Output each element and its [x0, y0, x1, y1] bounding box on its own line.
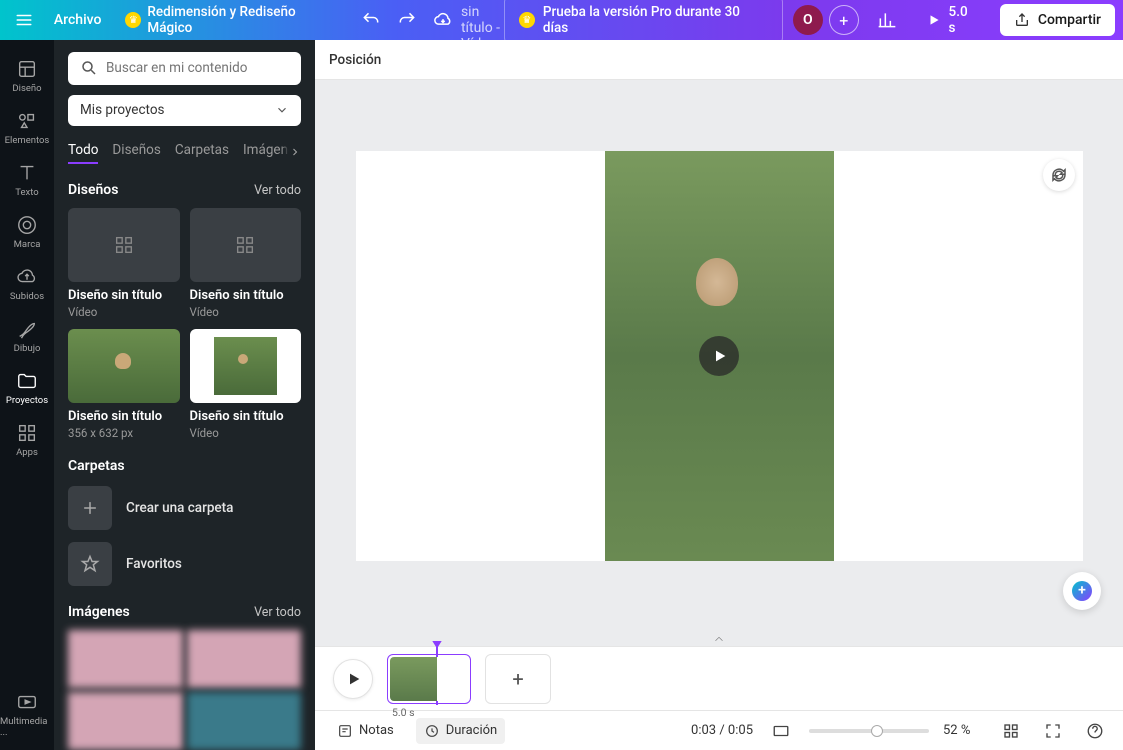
cloud-sync-icon[interactable] — [425, 2, 461, 38]
help-button[interactable] — [1081, 717, 1109, 745]
design-thumbnail — [190, 208, 302, 282]
panel-tabs: Todo Diseños Carpetas Imágenes V — [68, 142, 301, 164]
clip-duration-label: 5.0 s — [392, 706, 415, 719]
add-page-button[interactable]: + — [485, 654, 551, 704]
rail-design[interactable]: Diseño — [0, 50, 54, 102]
video-element[interactable] — [605, 151, 834, 561]
image-item[interactable] — [68, 692, 183, 750]
project-select[interactable]: Mis proyectos — [68, 95, 301, 126]
add-member-button[interactable]: + — [829, 5, 859, 35]
crown-icon: ♛ — [519, 12, 535, 28]
canvas-stage[interactable] — [315, 80, 1123, 632]
design-item[interactable]: Diseño sin títuloVídeo — [190, 329, 302, 440]
favorites-folder[interactable]: Favoritos — [68, 542, 301, 586]
side-rail: Diseño Elementos Texto Marca Subidos Dib… — [0, 40, 54, 750]
context-toolbar: Posición — [315, 40, 1123, 80]
images-see-all[interactable]: Ver todo — [254, 605, 301, 620]
duration-label: 5.0 s — [949, 4, 978, 36]
magic-fab-button[interactable] — [1063, 572, 1101, 610]
play-overlay-button[interactable] — [699, 336, 739, 376]
search-icon — [80, 59, 98, 77]
slider-thumb[interactable] — [871, 725, 883, 737]
rail-uploads[interactable]: Subidos — [0, 258, 54, 310]
side-panel: Mis proyectos Todo Diseños Carpetas Imág… — [54, 40, 315, 750]
section-folders-title: Carpetas — [68, 458, 125, 474]
image-item[interactable] — [187, 630, 302, 688]
undo-button[interactable] — [353, 2, 389, 38]
timeline: 5.0 s + — [315, 646, 1123, 710]
redo-button[interactable] — [389, 2, 425, 38]
designs-see-all[interactable]: Ver todo — [254, 183, 301, 198]
tab-folders[interactable]: Carpetas — [175, 142, 229, 164]
zoom-slider[interactable] — [809, 729, 929, 733]
resize-button[interactable]: ♛ Redimensión y Rediseño Mágico — [115, 4, 353, 36]
design-item[interactable]: Diseño sin títuloVídeo — [190, 208, 302, 319]
plus-icon — [68, 486, 112, 530]
design-thumbnail — [68, 208, 180, 282]
images-grid — [68, 630, 301, 750]
menu-button[interactable] — [8, 4, 40, 36]
view-mode-button[interactable] — [767, 717, 795, 745]
position-button[interactable]: Posición — [329, 52, 381, 68]
search-input[interactable] — [106, 60, 289, 76]
share-button[interactable]: Compartir — [1000, 4, 1115, 36]
notes-button[interactable]: Notas — [329, 718, 402, 744]
duration-button[interactable]: Duración — [416, 718, 505, 744]
zoom-percentage[interactable]: 52 % — [943, 723, 983, 738]
fullscreen-button[interactable] — [1039, 717, 1067, 745]
avatar[interactable]: O — [793, 5, 823, 35]
resize-label: Redimensión y Rediseño Mágico — [147, 4, 343, 36]
grid-view-button[interactable] — [997, 717, 1025, 745]
section-images-title: Imágenes — [68, 604, 130, 620]
rail-media[interactable]: Multimedia ... — [0, 688, 54, 740]
chevron-down-icon — [275, 103, 289, 117]
rail-apps[interactable]: Apps — [0, 414, 54, 466]
canvas-page[interactable] — [356, 151, 1083, 561]
timeline-play-button[interactable] — [333, 659, 373, 699]
share-label: Compartir — [1038, 12, 1101, 28]
image-item[interactable] — [68, 630, 183, 688]
design-item[interactable]: Diseño sin títuloVídeo — [68, 208, 180, 319]
rail-projects[interactable]: Proyectos — [0, 362, 54, 414]
regenerate-button[interactable] — [1043, 159, 1075, 191]
crown-icon: ♛ — [125, 12, 141, 28]
search-input-wrap — [68, 52, 301, 85]
timeline-clip[interactable]: 5.0 s — [387, 654, 471, 704]
design-thumbnail — [190, 329, 302, 403]
sparkle-icon — [1072, 581, 1092, 601]
rail-elements[interactable]: Elementos — [0, 102, 54, 154]
image-item[interactable] — [187, 692, 302, 750]
trial-button[interactable]: ♛ Prueba la versión Pro durante 30 días — [504, 0, 783, 44]
tab-scroll-right[interactable] — [281, 142, 301, 162]
rail-text[interactable]: Texto — [0, 154, 54, 206]
bottom-toolbar: Notas Duración 0:03 / 0:05 52 % — [315, 710, 1123, 750]
rail-draw[interactable]: Dibujo — [0, 310, 54, 362]
time-display: 0:03 / 0:05 — [691, 723, 753, 738]
design-item[interactable]: Diseño sin título356 x 632 px — [68, 329, 180, 440]
tab-all[interactable]: Todo — [68, 142, 98, 164]
tab-designs[interactable]: Diseños — [112, 142, 160, 164]
insights-button[interactable] — [869, 2, 905, 38]
star-icon — [68, 542, 112, 586]
play-duration-button[interactable]: 5.0 s — [915, 0, 990, 42]
rail-brand[interactable]: Marca — [0, 206, 54, 258]
create-folder-button[interactable]: Crear una carpeta — [68, 486, 301, 530]
file-menu[interactable]: Archivo — [40, 12, 116, 28]
trial-label: Prueba la versión Pro durante 30 días — [543, 4, 768, 36]
design-thumbnail — [68, 329, 180, 403]
section-designs-title: Diseños — [68, 182, 118, 198]
